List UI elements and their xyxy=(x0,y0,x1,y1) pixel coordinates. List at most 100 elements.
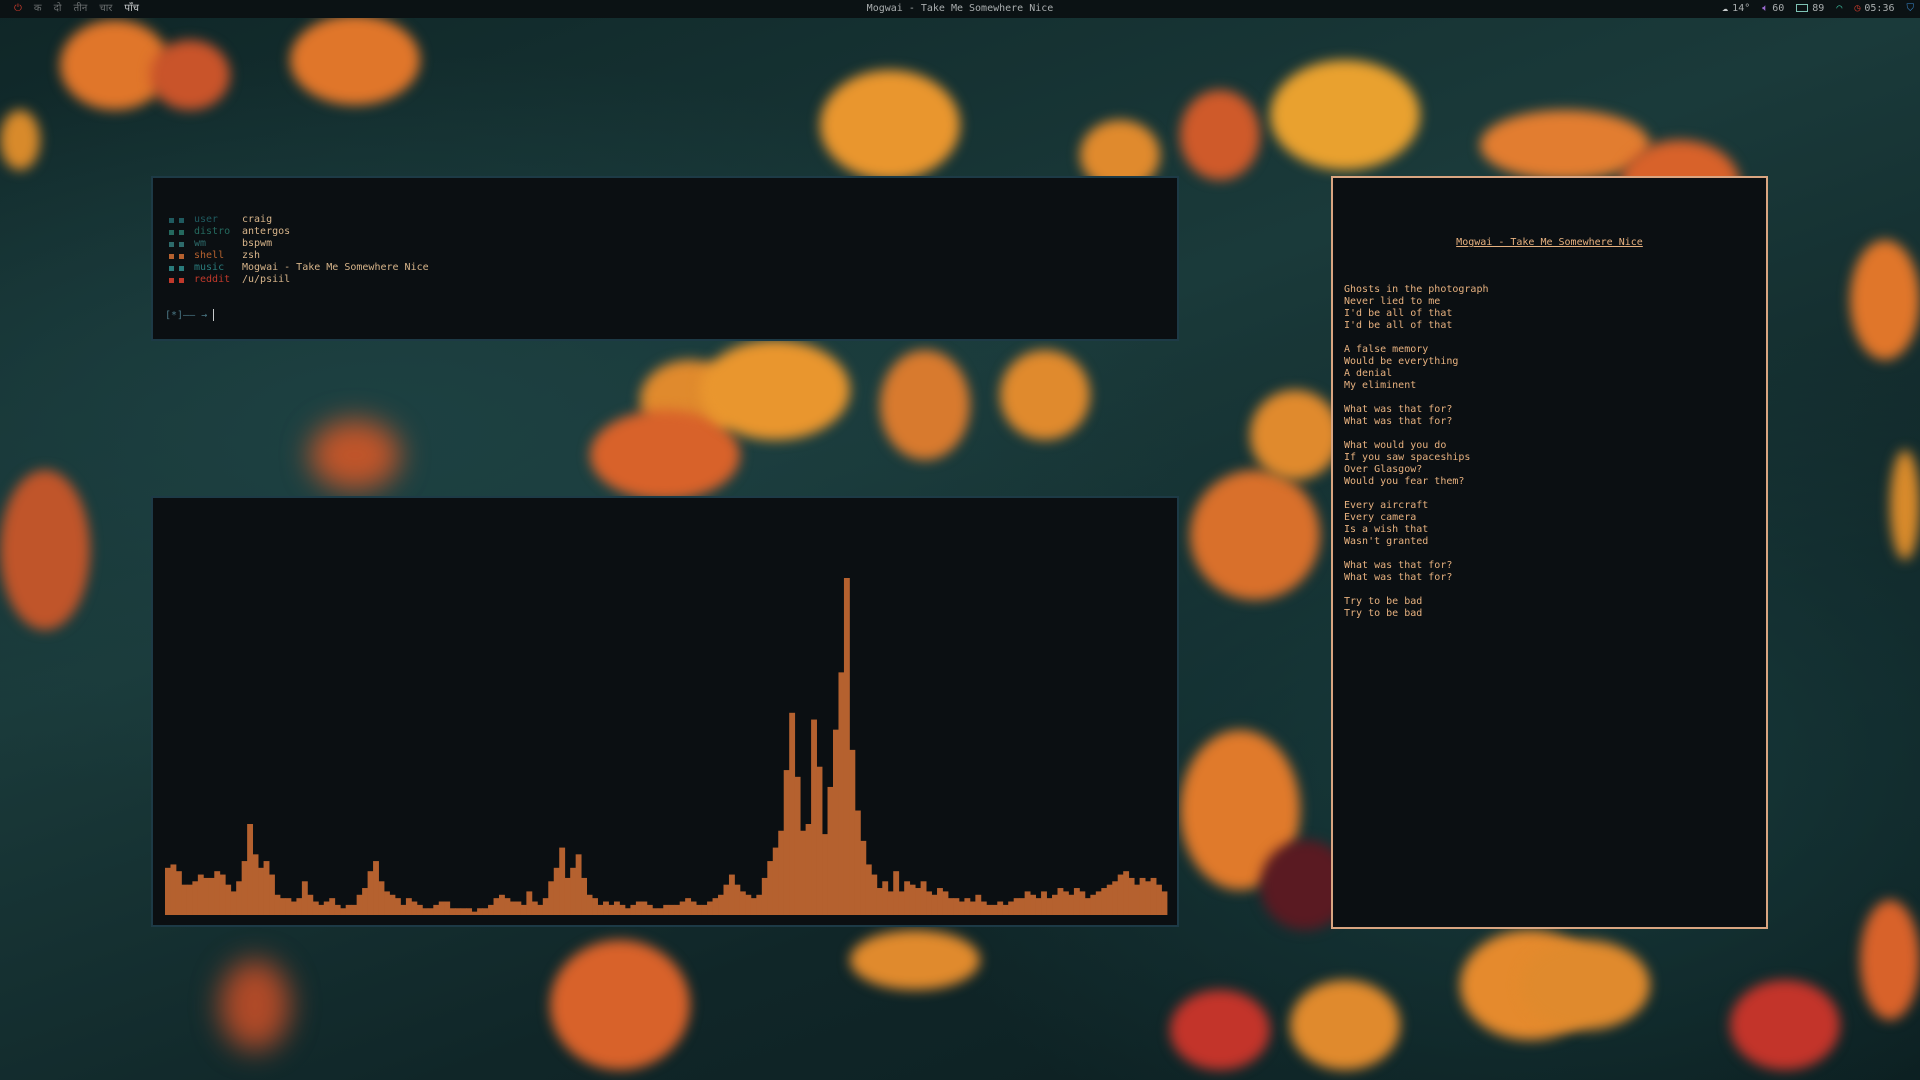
spectrum-bar xyxy=(433,904,440,915)
system-tray: ☁ 14° 🔈︎ 60 89 ◠ ◷ 05:36 ⛉ xyxy=(1722,0,1914,18)
spectrum-bar xyxy=(493,898,500,915)
spectrum-bar xyxy=(438,901,445,915)
spectrum-bar xyxy=(575,854,582,915)
spectrum-bar xyxy=(1123,871,1130,915)
spectrum-bar xyxy=(728,874,735,915)
lyric-line: My eliminent xyxy=(1344,380,1417,391)
spectrum-bar xyxy=(214,871,221,915)
color-swatch xyxy=(179,241,184,247)
spectrum-bar xyxy=(422,908,429,915)
volume-status[interactable]: 🔈︎ 60 xyxy=(1762,0,1784,18)
spectrum-bar xyxy=(509,901,516,915)
color-swatch xyxy=(179,277,184,283)
spectrum-bar xyxy=(1002,904,1009,915)
battery-status: 89 xyxy=(1796,0,1824,18)
info-key: shell xyxy=(194,250,225,261)
color-swatch xyxy=(169,253,174,259)
terminal-window[interactable]: user craig distro antergos wm bspwm shell zsh mu… xyxy=(151,176,1179,341)
shield-icon[interactable]: ⛉ xyxy=(1907,0,1915,18)
info-row-user: user craig xyxy=(169,214,429,226)
info-value: /u/psiil xyxy=(242,274,291,285)
spectrum-bar xyxy=(718,894,724,915)
spectrum-bar xyxy=(723,884,730,915)
system-info-fetch: user craig distro antergos wm bspwm shell zsh mu… xyxy=(169,214,429,286)
spectrum-bar xyxy=(225,884,232,915)
spectrum-bar xyxy=(471,911,478,915)
spectrum-bar xyxy=(635,901,642,915)
spectrum-bar xyxy=(274,894,281,915)
spectrum-bar xyxy=(937,888,943,915)
spectrum-bar xyxy=(301,881,308,915)
spectrum-bar xyxy=(192,881,199,915)
spectrum-bar xyxy=(203,877,210,915)
spectrum-bar xyxy=(931,894,938,915)
lyric-line: Ghosts in the photograph xyxy=(1344,284,1489,295)
spectrum-bar xyxy=(876,888,883,915)
clock: ◷ 05:36 xyxy=(1854,0,1894,18)
spectrum-bar xyxy=(882,881,889,915)
lyric-line: Every aircraft xyxy=(1344,500,1429,511)
spectrum-bar xyxy=(389,894,396,915)
lyric-line: Over Glasgow? xyxy=(1344,464,1423,475)
spectrum-bar xyxy=(208,877,215,915)
clock-icon: ◷ xyxy=(1854,3,1861,14)
spectrum-bar xyxy=(975,894,982,915)
spectrum-bar xyxy=(603,901,609,915)
spectrum-bar xyxy=(186,884,193,915)
spectrum-bar xyxy=(1139,877,1146,915)
spectrum-bar xyxy=(712,898,719,915)
stanza-break xyxy=(1344,548,1489,560)
spectrum-bar xyxy=(865,864,872,915)
workspace-2[interactable]: दो xyxy=(54,0,62,18)
spectrum-bar xyxy=(504,898,511,915)
stanza-break xyxy=(1344,584,1489,596)
spectrum-bar xyxy=(170,864,177,915)
time-value: 05:36 xyxy=(1864,3,1895,14)
color-swatch xyxy=(179,265,184,271)
spectrum-bar xyxy=(400,904,407,915)
stanza-break xyxy=(1344,428,1489,440)
lyric-line: Try to be bad xyxy=(1344,608,1423,619)
color-swatch xyxy=(169,217,174,223)
lyric-line: Try to be bad xyxy=(1344,596,1423,607)
spectrum-bar xyxy=(219,874,226,915)
lyric-line: Would be everything xyxy=(1344,356,1459,367)
spectrum-bar xyxy=(1156,884,1162,915)
workspace-4[interactable]: चार xyxy=(99,0,112,18)
spectrum-bar xyxy=(920,881,927,915)
spectrum-bar xyxy=(696,904,702,915)
spectrum-bar xyxy=(701,904,708,915)
info-key: user xyxy=(194,214,219,225)
spectrum-bar xyxy=(756,894,763,915)
lyric-line: Wasn't granted xyxy=(1344,536,1429,547)
spectrum-bar xyxy=(553,867,560,915)
spectrum-bar xyxy=(586,894,593,915)
color-swatch xyxy=(169,241,174,247)
lyric-line: A false memory xyxy=(1344,344,1429,355)
wifi-icon[interactable]: ◠ xyxy=(1836,0,1842,18)
prompt-text: [*]—— → xyxy=(165,309,208,321)
color-swatch xyxy=(179,217,184,223)
spectrum-bar xyxy=(833,729,839,915)
spectrum-bar xyxy=(542,898,549,915)
spectrum-bar xyxy=(1013,898,1020,915)
spectrum-bar xyxy=(477,908,483,915)
audio-visualizer-window[interactable] xyxy=(151,496,1179,927)
workspace-1[interactable]: क xyxy=(34,0,42,18)
shell-prompt[interactable]: [*]—— → xyxy=(165,309,215,321)
spectrum-bar xyxy=(559,847,566,915)
spectrum-bar xyxy=(531,901,538,915)
spectrum-bar xyxy=(668,904,675,915)
spectrum-bar xyxy=(411,901,418,915)
spectrum-bar xyxy=(652,908,659,915)
volume-value: 60 xyxy=(1772,3,1785,14)
spectrum-bar xyxy=(427,908,434,915)
workspace-5[interactable]: पाँच xyxy=(124,0,139,18)
lyrics-window[interactable]: Mogwai - Take Me Somewhere Nice Ghosts i… xyxy=(1331,176,1768,929)
power-icon[interactable]: ⏻ xyxy=(14,0,22,18)
spectrum-bar xyxy=(734,884,741,915)
info-value: bspwm xyxy=(242,238,273,249)
color-swatch xyxy=(169,277,174,283)
workspace-3[interactable]: तीन xyxy=(74,0,88,18)
spectrum-bar xyxy=(739,891,746,915)
